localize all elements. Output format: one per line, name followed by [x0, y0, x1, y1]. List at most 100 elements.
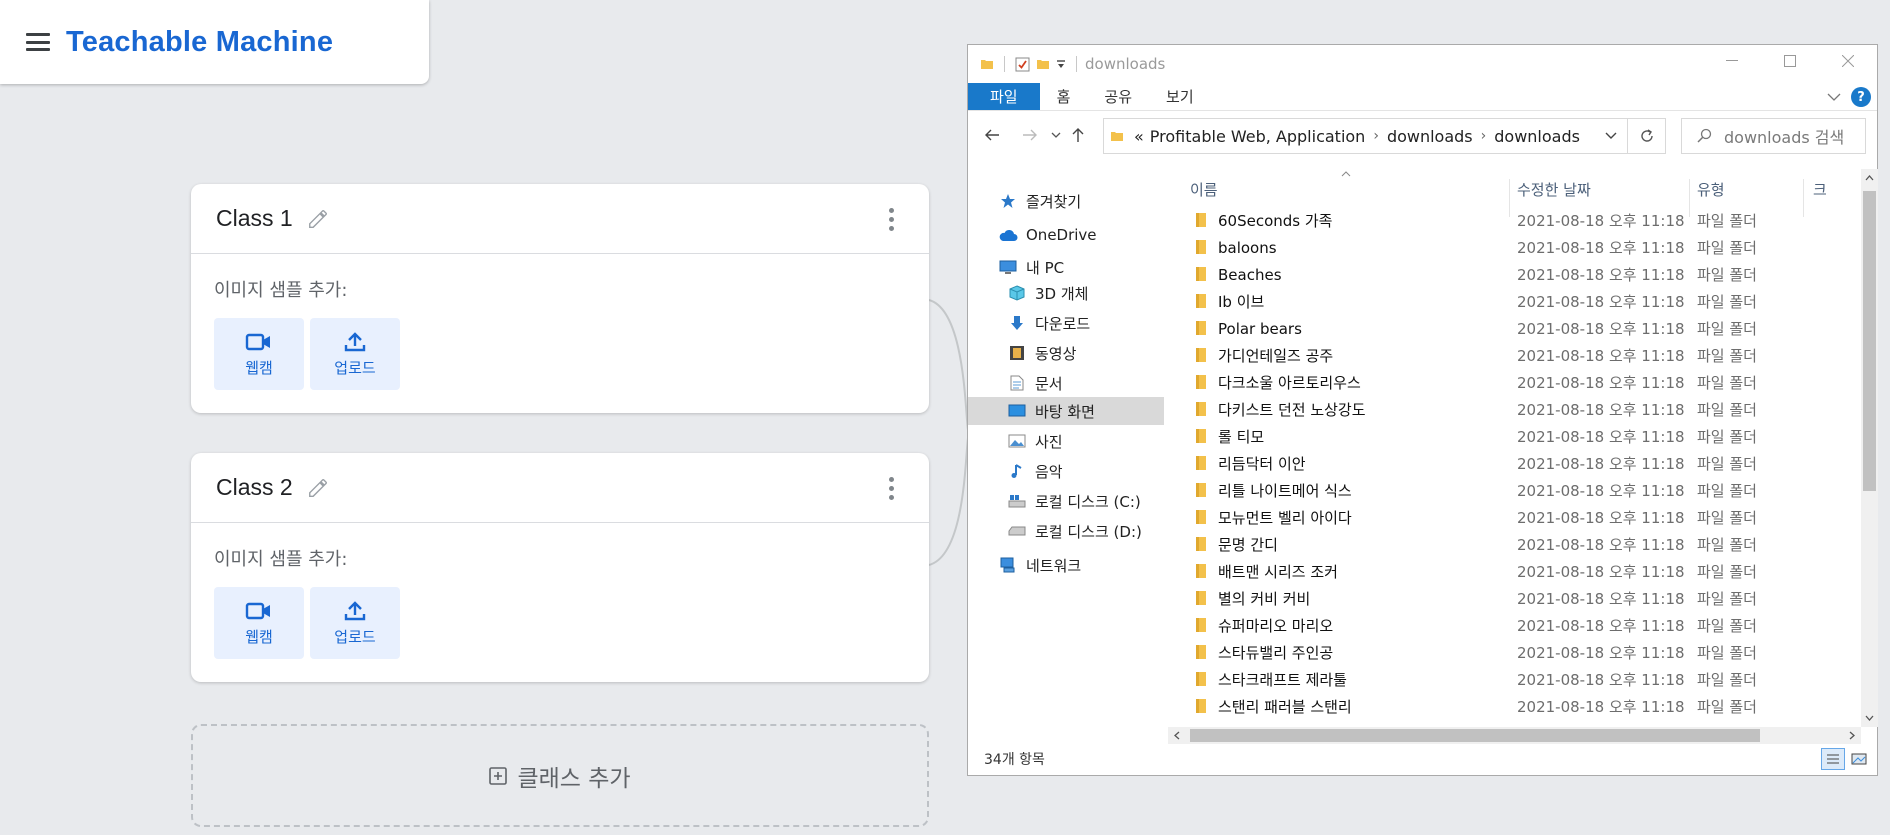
- file-row[interactable]: 배트맨 시리즈 조커 2021-08-18 오후 11:18 파일 폴더: [1168, 558, 1858, 585]
- scroll-left-arrow-icon[interactable]: [1174, 731, 1180, 740]
- file-row[interactable]: 롤 티모 2021-08-18 오후 11:18 파일 폴더: [1168, 423, 1858, 450]
- column-size[interactable]: 크: [1813, 179, 1827, 200]
- edit-pencil-icon[interactable]: [307, 477, 329, 499]
- search-box[interactable]: downloads 검색: [1681, 118, 1866, 154]
- folder-icon: [1196, 591, 1206, 605]
- webcam-button[interactable]: 웹캠: [214, 587, 304, 659]
- breadcrumb-item[interactable]: downloads: [1387, 127, 1473, 146]
- upload-button[interactable]: 업로드: [310, 587, 400, 659]
- file-date: 2021-08-18 오후 11:18: [1517, 266, 1685, 284]
- file-type: 파일 폴더: [1697, 455, 1757, 473]
- scroll-right-arrow-icon[interactable]: [1849, 731, 1855, 740]
- file-row[interactable]: Polar bears 2021-08-18 오후 11:18 파일 폴더: [1168, 315, 1858, 342]
- file-row[interactable]: 다크소울 아르토리우스 2021-08-18 오후 11:18 파일 폴더: [1168, 369, 1858, 396]
- nav-label: 3D 개체: [1035, 284, 1089, 303]
- properties-checkmark-icon[interactable]: [1015, 57, 1030, 72]
- file-row[interactable]: 리틀 나이트메어 식스 2021-08-18 오후 11:18 파일 폴더: [1168, 477, 1858, 504]
- breadcrumb-overflow[interactable]: «: [1134, 127, 1144, 146]
- column-date[interactable]: 수정한 날짜: [1517, 179, 1591, 200]
- nav-item-favorites[interactable]: 즐겨찾기: [998, 187, 1081, 215]
- download-arrow-icon: [1011, 316, 1023, 330]
- vertical-scrollbar[interactable]: [1861, 169, 1878, 727]
- nav-item-videos[interactable]: 동영상: [1007, 339, 1076, 367]
- document-icon: [1010, 375, 1024, 391]
- details-view-button[interactable]: [1821, 748, 1845, 770]
- file-row[interactable]: 별의 커비 커비 2021-08-18 오후 11:18 파일 폴더: [1168, 585, 1858, 612]
- file-row[interactable]: 리듬닥터 이안 2021-08-18 오후 11:18 파일 폴더: [1168, 450, 1858, 477]
- tab-home[interactable]: 홈: [1040, 83, 1088, 110]
- address-dropdown-icon[interactable]: [1595, 119, 1627, 153]
- up-button[interactable]: [1065, 120, 1091, 150]
- nav-item-this-pc[interactable]: 내 PC: [998, 253, 1064, 281]
- scroll-up-arrow-icon[interactable]: [1865, 175, 1874, 181]
- scroll-down-arrow-icon[interactable]: [1865, 715, 1874, 721]
- tab-file[interactable]: 파일: [968, 83, 1040, 110]
- class-title[interactable]: Class 2: [216, 474, 293, 501]
- breadcrumb-chevron-icon[interactable]: ›: [1373, 128, 1379, 144]
- recent-locations-button[interactable]: [1047, 120, 1065, 150]
- file-row[interactable]: 스타크래프트 제라툴 2021-08-18 오후 11:18 파일 폴더: [1168, 666, 1858, 693]
- file-row[interactable]: 스탠리 패러블 스탠리 2021-08-18 오후 11:18 파일 폴더: [1168, 693, 1858, 720]
- file-date: 2021-08-18 오후 11:18: [1517, 644, 1685, 662]
- edit-pencil-icon[interactable]: [307, 208, 329, 230]
- column-name[interactable]: 이름: [1190, 179, 1218, 200]
- minimize-button[interactable]: [1703, 45, 1761, 77]
- maximize-button[interactable]: [1761, 45, 1819, 77]
- horizontal-scrollbar[interactable]: [1168, 727, 1861, 744]
- file-row[interactable]: baloons 2021-08-18 오후 11:18 파일 폴더: [1168, 234, 1858, 261]
- nav-item-downloads[interactable]: 다운로드: [1007, 309, 1090, 337]
- file-row[interactable]: 60Seconds 가족 2021-08-18 오후 11:18 파일 폴더: [1168, 207, 1858, 234]
- file-row[interactable]: 가디언테일즈 공주 2021-08-18 오후 11:18 파일 폴더: [1168, 342, 1858, 369]
- upload-button[interactable]: 업로드: [310, 318, 400, 390]
- nav-item-pictures[interactable]: 사진: [1007, 427, 1063, 455]
- column-headers: 이름 수정한 날짜 유형 크: [1168, 169, 1858, 217]
- quick-access-dropdown-icon[interactable]: [1056, 58, 1066, 70]
- webcam-button[interactable]: 웹캠: [214, 318, 304, 390]
- file-row[interactable]: 다키스트 던전 노상강도 2021-08-18 오후 11:18 파일 폴더: [1168, 396, 1858, 423]
- refresh-button[interactable]: [1628, 118, 1666, 154]
- nav-item-disk-c[interactable]: 로컬 디스크 (C:): [1007, 487, 1141, 515]
- app-logo[interactable]: Teachable Machine: [66, 26, 333, 59]
- horizontal-scrollbar-thumb[interactable]: [1190, 729, 1760, 742]
- column-type[interactable]: 유형: [1697, 179, 1725, 200]
- close-button[interactable]: [1819, 45, 1877, 77]
- nav-item-disk-d[interactable]: 로컬 디스크 (D:): [1007, 517, 1142, 545]
- nav-item-onedrive[interactable]: OneDrive: [998, 221, 1097, 249]
- new-folder-icon[interactable]: [1036, 57, 1050, 71]
- tab-share[interactable]: 공유: [1087, 83, 1149, 110]
- nav-item-documents[interactable]: 문서: [1007, 369, 1063, 397]
- minimize-icon: [1726, 60, 1738, 61]
- nav-item-desktop[interactable]: 바탕 화면: [968, 397, 1164, 425]
- expand-ribbon-chevron-icon[interactable]: [1827, 92, 1841, 102]
- help-icon[interactable]: ?: [1851, 87, 1871, 107]
- upload-icon: [344, 331, 366, 351]
- file-date: 2021-08-18 오후 11:18: [1517, 698, 1685, 716]
- hamburger-menu-icon[interactable]: [26, 33, 50, 51]
- vertical-scrollbar-thumb[interactable]: [1863, 191, 1876, 491]
- file-row[interactable]: 슈퍼마리오 마리오 2021-08-18 오후 11:18 파일 폴더: [1168, 612, 1858, 639]
- breadcrumb-item[interactable]: downloads: [1494, 127, 1580, 146]
- address-bar[interactable]: « Profitable Web, Application › download…: [1103, 118, 1628, 154]
- nav-item-network[interactable]: 네트워크: [998, 551, 1081, 579]
- file-row[interactable]: Ib 이브 2021-08-18 오후 11:18 파일 폴더: [1168, 288, 1858, 315]
- class-title[interactable]: Class 1: [216, 205, 293, 232]
- tab-view[interactable]: 보기: [1149, 83, 1211, 110]
- nav-item-3d-objects[interactable]: 3D 개체: [1007, 279, 1088, 307]
- file-row[interactable]: Beaches 2021-08-18 오후 11:18 파일 폴더: [1168, 261, 1858, 288]
- upload-label: 업로드: [334, 627, 376, 646]
- large-icons-view-button[interactable]: [1847, 748, 1871, 770]
- file-row[interactable]: 스타듀밸리 주인공 2021-08-18 오후 11:18 파일 폴더: [1168, 639, 1858, 666]
- breadcrumb-chevron-icon[interactable]: ›: [1481, 128, 1487, 144]
- file-name: 60Seconds 가족: [1218, 212, 1333, 230]
- folder-icon: [1111, 132, 1123, 141]
- class-card-header: Class 2: [191, 453, 929, 523]
- add-class-button[interactable]: 클래스 추가: [191, 724, 929, 827]
- more-options-icon[interactable]: [889, 477, 895, 500]
- nav-item-music[interactable]: 음악: [1007, 457, 1063, 485]
- breadcrumb-item[interactable]: Profitable Web, Application: [1150, 127, 1366, 146]
- file-row[interactable]: 모뉴먼트 벨리 아이다 2021-08-18 오후 11:18 파일 폴더: [1168, 504, 1858, 531]
- more-options-icon[interactable]: [889, 208, 895, 231]
- back-button[interactable]: [975, 120, 1009, 150]
- file-row[interactable]: 문명 간디 2021-08-18 오후 11:18 파일 폴더: [1168, 531, 1858, 558]
- forward-button[interactable]: [1013, 120, 1047, 150]
